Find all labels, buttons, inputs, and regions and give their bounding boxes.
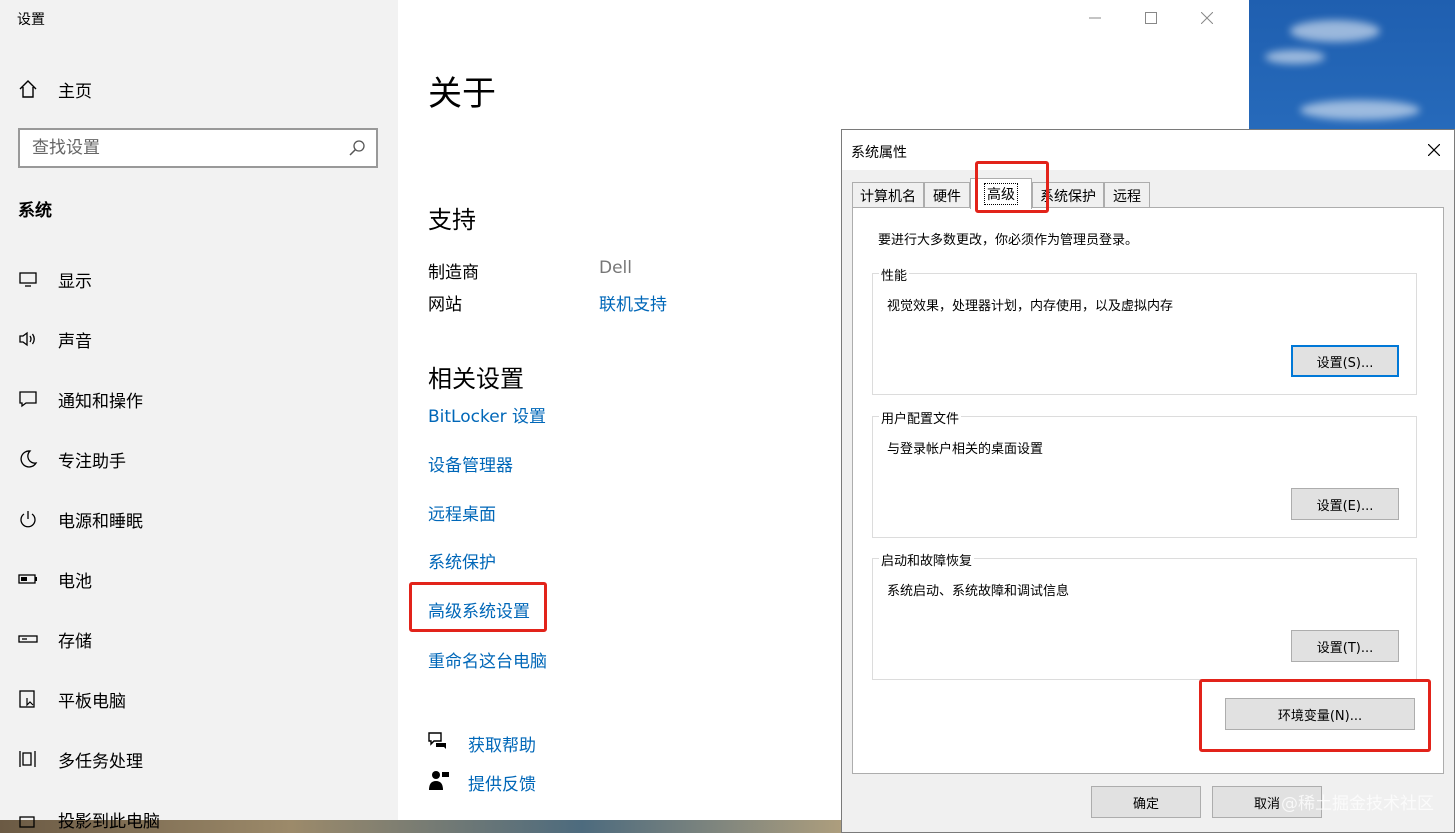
startup-recovery-group: 启动和故障恢复 系统启动、系统故障和调试信息 设置(T)... <box>872 550 1417 680</box>
remote-desktop-link[interactable]: 远程桌面 <box>428 500 496 525</box>
display-icon <box>18 269 38 289</box>
get-help-link[interactable]: 获取帮助 <box>468 731 536 756</box>
window-controls <box>1049 0 1249 36</box>
related-settings-heading: 相关设置 <box>428 365 524 393</box>
group-description: 视觉效果，处理器计划，内存使用，以及虚拟内存 <box>887 299 1174 314</box>
notification-icon <box>18 389 38 409</box>
tab-highlight-box <box>975 161 1049 213</box>
tab-remote[interactable]: 远程 <box>1104 182 1150 208</box>
help-chat-icon <box>427 730 449 756</box>
app-title: 设置 <box>17 12 45 28</box>
page-title: 关于 <box>428 74 496 114</box>
tab-hardware[interactable]: 硬件 <box>924 182 970 208</box>
tab-label: 硬件 <box>933 188 961 205</box>
admin-notice: 要进行大多数更改，你必须作为管理员登录。 <box>878 233 1139 248</box>
maximize-button[interactable] <box>1123 0 1179 36</box>
tab-label: 计算机名 <box>860 188 916 205</box>
nav-item-label: 声音 <box>58 331 92 352</box>
performance-settings-button[interactable]: 设置(S)... <box>1291 345 1399 377</box>
nav-item-display[interactable]: 显示 <box>0 259 398 299</box>
nav-item-label: 通知和操作 <box>58 391 143 412</box>
nav-home-label: 主页 <box>58 81 92 102</box>
nav-home[interactable]: 主页 <box>0 69 398 109</box>
system-properties-dialog: 系统属性 计算机名 硬件 高级 系统保护 远程 要进行大多数更改，你必须作为管理… <box>841 129 1455 833</box>
group-description: 与登录帐户相关的桌面设置 <box>887 442 1044 457</box>
nav-item-label: 专注助手 <box>58 451 126 472</box>
env-highlight-box <box>1199 679 1431 752</box>
online-support-link[interactable]: 联机支持 <box>599 290 667 315</box>
ok-button[interactable]: 确定 <box>1091 786 1201 818</box>
tab-computer-name[interactable]: 计算机名 <box>852 182 924 208</box>
nav-item-label: 电源和睡眠 <box>58 511 143 532</box>
speaker-icon <box>18 329 38 349</box>
tablet-icon <box>18 689 38 709</box>
nav-item-notifications[interactable]: 通知和操作 <box>0 379 398 419</box>
nav-item-label: 存储 <box>58 631 92 652</box>
nav-item-tablet[interactable]: 平板电脑 <box>0 679 398 719</box>
nav-item-label: 多任务处理 <box>58 751 143 772</box>
search-icon[interactable] <box>348 139 366 161</box>
highlight-box <box>409 582 547 632</box>
support-heading: 支持 <box>428 206 476 234</box>
dialog-close-button[interactable] <box>1414 130 1454 170</box>
nav-item-label: 显示 <box>58 271 92 292</box>
feedback-link[interactable]: 提供反馈 <box>468 770 536 795</box>
feedback-icon <box>428 770 450 796</box>
nav-item-battery[interactable]: 电池 <box>0 559 398 599</box>
multitasking-icon <box>18 749 38 769</box>
manufacturer-value: Dell <box>599 258 632 278</box>
manufacturer-label: 制造商 <box>428 263 479 283</box>
power-icon <box>18 509 38 529</box>
website-label: 网站 <box>428 295 462 315</box>
nav-item-label: 平板电脑 <box>58 691 126 712</box>
search-box[interactable] <box>18 128 378 168</box>
group-label: 性能 <box>879 265 910 284</box>
device-manager-link[interactable]: 设备管理器 <box>428 451 513 476</box>
bitlocker-link[interactable]: BitLocker 设置 <box>428 402 546 427</box>
watermark: @稀土掘金技术社区 <box>1281 794 1434 814</box>
nav-item-storage[interactable]: 存储 <box>0 619 398 659</box>
close-button[interactable] <box>1179 0 1235 36</box>
startup-recovery-settings-button[interactable]: 设置(T)... <box>1291 630 1399 662</box>
nav-item-project[interactable]: 投影到此电脑 <box>0 799 398 833</box>
nav-item-label: 电池 <box>58 571 92 592</box>
project-icon <box>18 809 38 829</box>
section-heading-system: 系统 <box>18 201 52 221</box>
user-profiles-settings-button[interactable]: 设置(E)... <box>1291 488 1399 520</box>
storage-icon <box>18 629 38 649</box>
group-label: 启动和故障恢复 <box>879 550 975 569</box>
nav-item-sound[interactable]: 声音 <box>0 319 398 359</box>
battery-icon <box>18 569 38 589</box>
nav-item-power[interactable]: 电源和睡眠 <box>0 499 398 539</box>
dialog-title: 系统属性 <box>851 145 907 161</box>
dialog-titlebar: 系统属性 <box>842 130 1454 170</box>
system-protection-link[interactable]: 系统保护 <box>428 548 496 573</box>
tab-label: 远程 <box>1113 188 1141 205</box>
nav-item-focus-assist[interactable]: 专注助手 <box>0 439 398 479</box>
search-input[interactable] <box>32 137 332 159</box>
minimize-button[interactable] <box>1067 0 1123 36</box>
nav-item-label: 投影到此电脑 <box>58 811 160 832</box>
group-label: 用户配置文件 <box>879 408 962 427</box>
moon-icon <box>18 449 38 469</box>
performance-group: 性能 视觉效果，处理器计划，内存使用，以及虚拟内存 设置(S)... <box>872 265 1417 395</box>
home-icon <box>18 79 38 99</box>
group-description: 系统启动、系统故障和调试信息 <box>887 584 1070 599</box>
rename-pc-link[interactable]: 重命名这台电脑 <box>428 647 547 672</box>
settings-sidebar: 设置 主页 系统 显示 声音 <box>0 0 398 832</box>
user-profiles-group: 用户配置文件 与登录帐户相关的桌面设置 设置(E)... <box>872 408 1417 538</box>
nav-item-multitasking[interactable]: 多任务处理 <box>0 739 398 779</box>
